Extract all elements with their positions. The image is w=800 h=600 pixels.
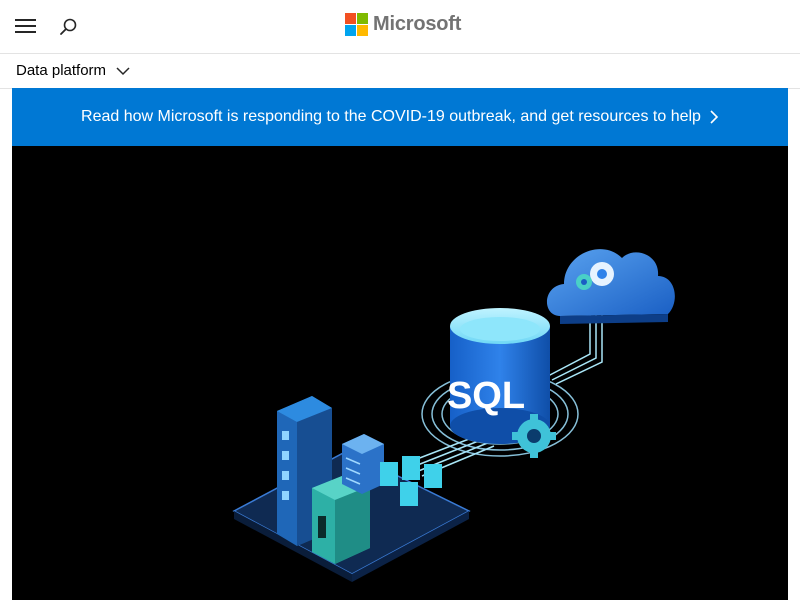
hero-section: SQL xyxy=(12,146,788,600)
chevron-right-icon xyxy=(710,110,719,124)
logo-text: Microsoft xyxy=(373,12,462,35)
covid-banner[interactable]: Read how Microsoft is responding to the … xyxy=(12,88,788,146)
sql-label: SQL xyxy=(447,375,525,417)
cloud-small-gear-icon xyxy=(576,274,592,290)
microsoft-logo-icon xyxy=(345,12,368,36)
banner-text[interactable]: Read how Microsoft is responding to the … xyxy=(81,108,701,126)
sub-navigation: Data platform xyxy=(0,54,800,89)
search-icon[interactable] xyxy=(58,17,78,37)
server-stack-icon xyxy=(342,434,384,494)
site-header: Microsoft xyxy=(0,0,800,54)
hamburger-menu-icon[interactable] xyxy=(15,18,36,34)
sql-data-platform-illustration: SQL xyxy=(232,249,675,582)
chevron-down-icon xyxy=(116,66,130,75)
cloud-gear-icon xyxy=(590,262,614,286)
cloud-icon xyxy=(546,249,675,324)
subnav-label: Data platform xyxy=(16,62,107,79)
data-platform-menu[interactable]: Data platform xyxy=(16,62,130,79)
microsoft-logo[interactable]: Microsoft xyxy=(345,12,461,36)
